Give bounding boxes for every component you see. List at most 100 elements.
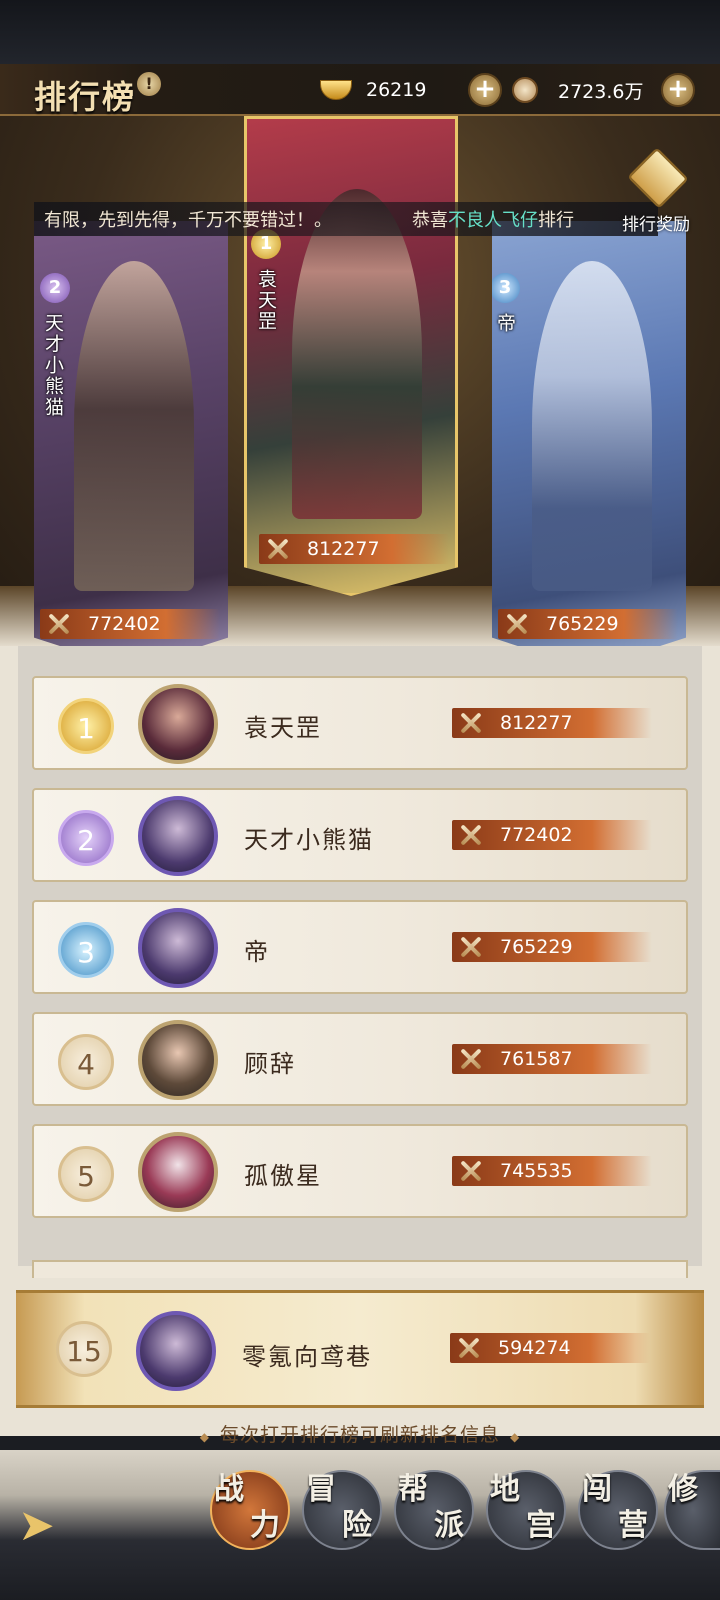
coin-currency: 2723.6万	[512, 74, 643, 106]
tab-adventure[interactable]: 冒 险	[302, 1470, 382, 1550]
tab-char-2: 营	[618, 1508, 648, 1543]
rank-number: 1	[58, 698, 114, 754]
character-portrait	[74, 261, 194, 591]
player-name: 顾辞	[244, 1050, 296, 1078]
player-name: 天才小熊猫	[42, 313, 64, 418]
power-bar: 772402	[452, 820, 652, 850]
bottom-tab-bar: ➤ 战 力 冒 险 帮 派 地 宫 闯 营 修	[0, 1450, 720, 1600]
avatar	[138, 684, 218, 764]
header: 排行榜 ! 26219 + 2723.6万 +	[0, 64, 720, 116]
tab-char-2: 力	[250, 1508, 280, 1543]
gold-amount: 26219	[366, 79, 427, 101]
marquee-prefix: 恭喜	[412, 210, 448, 231]
crossed-swords-icon	[454, 1333, 484, 1363]
power-bar: 772402	[40, 609, 220, 639]
podium-card-rank-3[interactable]: 3 帝 765229	[492, 221, 686, 669]
ranking-row[interactable]: 5 孤傲星 745535	[32, 1124, 688, 1218]
power-value: 745535	[500, 1160, 573, 1182]
gold-currency: 26219	[320, 74, 426, 106]
player-name: 天才小熊猫	[244, 826, 374, 854]
power-value: 772402	[88, 613, 161, 635]
add-gold-button-wrap: +	[468, 73, 502, 107]
tab-dungeon[interactable]: 地 宫	[486, 1470, 566, 1550]
marquee-text: 有限，先到先得，千万不要错过！。	[44, 210, 332, 231]
rank-badge: 2	[40, 273, 70, 303]
rank-number: 4	[58, 1034, 114, 1090]
tab-camp[interactable]: 闯 营	[578, 1470, 658, 1550]
gold-ingot-icon	[320, 80, 352, 100]
add-coin-button[interactable]: +	[661, 73, 695, 107]
marquee-player: 不良人飞仔	[448, 210, 538, 231]
player-name: 帝	[244, 938, 270, 966]
crossed-swords-icon	[456, 932, 486, 962]
status-bar	[0, 0, 720, 64]
avatar	[138, 1020, 218, 1100]
ranking-row[interactable]: 1 袁天罡 812277	[32, 676, 688, 770]
podium-card-rank-1[interactable]: 1 袁天罡 812277	[244, 116, 458, 596]
power-bar: 761587	[452, 1044, 652, 1074]
reward-label: 排行奖励	[622, 215, 690, 235]
avatar	[136, 1311, 216, 1391]
rank-number: 5	[58, 1146, 114, 1202]
avatar	[138, 908, 218, 988]
add-gold-button[interactable]: +	[468, 73, 502, 107]
player-name: 帝	[494, 313, 516, 334]
power-bar: 745535	[452, 1156, 652, 1186]
ranking-row[interactable]: 2 天才小熊猫 772402	[32, 788, 688, 882]
tab-char-2: 宫	[526, 1508, 556, 1543]
rank-number: 3	[58, 922, 114, 978]
coin-icon	[512, 77, 538, 103]
power-value: 765229	[500, 936, 573, 958]
coin-amount: 2723.6万	[558, 80, 644, 103]
tab-char-1: 修	[668, 1472, 698, 1507]
character-portrait	[292, 189, 422, 519]
ranking-row[interactable]: 3 帝 765229	[32, 900, 688, 994]
podium-card-rank-2[interactable]: 2 天才小熊猫 772402	[34, 221, 228, 669]
power-value: 812277	[307, 538, 380, 560]
power-bar: 812277	[259, 534, 449, 564]
crossed-swords-icon	[456, 1156, 486, 1186]
crossed-swords-icon	[456, 708, 486, 738]
power-bar: 765229	[452, 932, 652, 962]
power-value: 761587	[500, 1048, 573, 1070]
ranking-reward-button[interactable]: 排行奖励	[614, 147, 704, 240]
power-bar: 765229	[498, 609, 678, 639]
crossed-swords-icon	[502, 609, 532, 639]
crossed-swords-icon	[263, 534, 293, 564]
rank-number: 2	[58, 810, 114, 866]
add-coin-button-wrap: +	[661, 73, 695, 107]
treasure-chest-icon	[627, 147, 689, 209]
info-icon[interactable]: !	[137, 72, 161, 96]
tab-guild[interactable]: 帮 派	[394, 1470, 474, 1550]
announcement-marquee: 有限，先到先得，千万不要错过！。 恭喜 不良人飞仔 排行	[34, 202, 658, 236]
tab-combat-power[interactable]: 战 力	[210, 1470, 290, 1550]
power-value: 812277	[500, 712, 573, 734]
player-name: 孤傲星	[244, 1162, 322, 1190]
avatar	[138, 1132, 218, 1212]
tab-char-1: 地	[490, 1472, 520, 1507]
tab-char-2: 派	[434, 1508, 464, 1543]
character-portrait	[532, 261, 652, 591]
tab-char-1: 帮	[398, 1472, 428, 1507]
my-rank-row[interactable]: 15 零氪向鸢巷 594274	[16, 1290, 704, 1408]
top-three-podium: 2 天才小熊猫 772402 1 袁天罡 812277 3 帝 765229	[0, 116, 720, 669]
ranking-row-partial[interactable]	[32, 1260, 688, 1278]
power-bar: 812277	[452, 708, 652, 738]
tab-char-2: 险	[342, 1508, 372, 1543]
player-name: 袁天罡	[255, 269, 277, 332]
marquee-suffix: 排行	[538, 210, 574, 231]
refresh-hint: 每次打开排行榜可刷新排名信息	[0, 1420, 720, 1447]
ranking-row[interactable]: 4 顾辞 761587	[32, 1012, 688, 1106]
tab-char-1: 战	[214, 1472, 244, 1507]
power-value: 594274	[498, 1337, 571, 1359]
rank-badge: 3	[492, 273, 520, 303]
tab-cultivation[interactable]: 修	[664, 1470, 720, 1550]
rank-number: 15	[56, 1321, 112, 1377]
crossed-swords-icon	[456, 820, 486, 850]
back-arrow-icon[interactable]: ➤	[18, 1504, 108, 1548]
page-title: 排行榜	[34, 78, 137, 116]
player-name: 零氪向鸢巷	[242, 1343, 372, 1371]
power-value: 772402	[500, 824, 573, 846]
avatar	[138, 796, 218, 876]
crossed-swords-icon	[456, 1044, 486, 1074]
